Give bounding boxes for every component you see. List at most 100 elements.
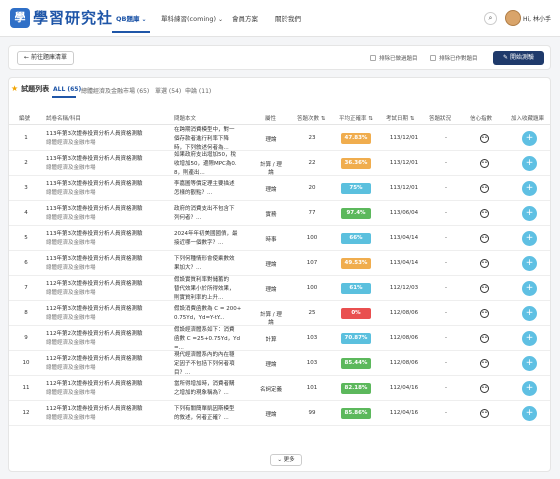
exam-name[interactable]: 113年第3次證券投資分析人員資格測驗 總體經濟及金融市場 bbox=[46, 130, 146, 148]
nav-membership[interactable]: 會員方案 bbox=[232, 13, 258, 23]
col-answer-count[interactable]: 答題次數 ⇅ bbox=[297, 114, 325, 122]
neutral-face-icon[interactable]: •• bbox=[480, 158, 489, 168]
table-row[interactable]: 4 113年第3次證券投資分析人員資格測驗 總體經濟及金融市場 政府的消費支出不包含下… bbox=[9, 201, 550, 226]
question-text[interactable]: 李嘉圖等價定理主要描述 怎樣的觀點？... bbox=[174, 180, 264, 198]
neutral-face-icon[interactable]: •• bbox=[480, 133, 489, 143]
exam-title[interactable]: 113年第3次證券投資分析人員資格測驗 bbox=[46, 205, 146, 214]
add-favorite-button[interactable]: + bbox=[522, 155, 537, 171]
neutral-face-icon[interactable]: •• bbox=[480, 258, 489, 268]
table-row[interactable]: 9 112年第2次證券投資分析人員資格測驗 總體經濟及金融市場 假設經濟體系如下：消費… bbox=[9, 326, 550, 351]
neutral-face-icon[interactable]: •• bbox=[480, 358, 489, 368]
add-favorite-button[interactable]: + bbox=[522, 355, 537, 371]
neutral-face-icon[interactable]: •• bbox=[480, 183, 489, 193]
exam-title[interactable]: 112年第3次證券投資分析人員資格測驗 bbox=[46, 305, 146, 314]
load-more-button[interactable]: ⌄ 更多 bbox=[270, 454, 302, 466]
question-text[interactable]: 假設消費函數為 C = 200+ 0.75Yd，Yd=Y-tY... bbox=[174, 305, 264, 323]
table-row[interactable]: 10 112年第2次證券投資分析人員資格測驗 總體經濟及金融市場 現代經濟體系內的內在… bbox=[9, 351, 550, 376]
exam-name[interactable]: 113年第3次證券投資分析人員資格測驗 總體經濟及金融市場 bbox=[46, 230, 146, 248]
question-text[interactable]: 現代經濟體系內的內在穩 定因子不包括下列何者項 目？... bbox=[174, 351, 264, 378]
exam-name[interactable]: 112年第2次證券投資分析人員資格測驗 總體經濟及金融市場 bbox=[46, 330, 146, 348]
exclude-correct-checkbox[interactable]: 排除已作對題目 bbox=[430, 54, 478, 62]
exam-title[interactable]: 113年第3次證券投資分析人員資格測驗 bbox=[46, 130, 146, 139]
exam-title[interactable]: 112年第2次證券投資分析人員資格測驗 bbox=[46, 355, 146, 364]
exam-title[interactable]: 112年第2次證券投資分析人員資格測驗 bbox=[46, 330, 146, 339]
tab-single-choice[interactable]: 單選 (54) bbox=[155, 86, 181, 95]
back-to-bank-list-button[interactable]: ← 前往題庫清單 bbox=[17, 51, 74, 65]
question-line: 假設經濟體系如下：消費 bbox=[174, 326, 235, 333]
question-text[interactable]: 當所得增加時，消費者購 之增加的現象稱為？... bbox=[174, 380, 264, 398]
nav-qb-bank[interactable]: QB題庫 ⌄ bbox=[116, 13, 147, 23]
add-favorite-button[interactable]: + bbox=[522, 230, 537, 246]
question-line: 現代經濟體系內的內在穩 bbox=[174, 351, 235, 358]
add-favorite-button[interactable]: + bbox=[522, 180, 537, 196]
table-row[interactable]: 12 112年第1次證券投資分析人員資格測驗 總體經濟及金融市場 下列有關簡單凱因斯模… bbox=[9, 401, 550, 426]
question-text[interactable]: 下列何種情形會使乘數效 果加大？... bbox=[174, 255, 264, 273]
table-row[interactable]: 6 113年第3次證券投資分析人員資格測驗 總體經濟及金融市場 下列何種情形會使乘數效… bbox=[9, 251, 550, 276]
add-favorite-button[interactable]: + bbox=[522, 130, 537, 146]
neutral-face-icon[interactable]: •• bbox=[480, 308, 489, 318]
neutral-face-icon[interactable]: •• bbox=[480, 208, 489, 218]
question-text[interactable]: 2024年年初美國國債，最 接近哪一個數字？... bbox=[174, 230, 264, 248]
question-text[interactable]: 在跨期消費模型中，對一 個存款者進行利率下降 時，下列敘述何者為... bbox=[174, 126, 264, 153]
checkbox-box[interactable] bbox=[370, 55, 376, 61]
col-exam-date[interactable]: 考試日期 ⇅ bbox=[386, 114, 414, 122]
add-favorite-button[interactable]: + bbox=[522, 205, 537, 221]
col-exam-name: 試卷名稱/科目 bbox=[46, 116, 81, 122]
nav-about[interactable]: 關於我們 bbox=[275, 13, 301, 23]
exam-title[interactable]: 112年第1次證券投資分析人員資格測驗 bbox=[46, 380, 146, 389]
table-row[interactable]: 3 113年第3次證券投資分析人員資格測驗 總體經濟及金融市場 李嘉圖等價定理主要描述… bbox=[9, 176, 550, 201]
start-test-button[interactable]: ✎ 開始測驗 bbox=[493, 51, 544, 65]
neutral-face-icon[interactable]: •• bbox=[480, 333, 489, 343]
exam-name[interactable]: 113年第3次證券投資分析人員資格測驗 總體經濟及金融市場 bbox=[46, 155, 146, 173]
exam-name[interactable]: 112年第1次證券投資分析人員資格測驗 總體經濟及金融市場 bbox=[46, 380, 146, 398]
question-text[interactable]: 假設經濟體系如下：消費 函數 C =25+0.75Yd，Yd =... bbox=[174, 326, 264, 353]
table-row[interactable]: 5 113年第3次證券投資分析人員資格測驗 總體經濟及金融市場 2024年年初美國國債… bbox=[9, 226, 550, 251]
answer-count: 23 bbox=[308, 134, 316, 141]
col-avg-accuracy[interactable]: 平均正確率 ⇅ bbox=[339, 114, 373, 122]
neutral-face-icon[interactable]: •• bbox=[480, 233, 489, 243]
exam-title[interactable]: 113年第3次證券投資分析人員資格測驗 bbox=[46, 180, 146, 189]
add-favorite-button[interactable]: + bbox=[522, 255, 537, 271]
question-text[interactable]: 政府的消費支出不包含下 列何者？... bbox=[174, 205, 264, 223]
neutral-face-icon[interactable]: •• bbox=[480, 383, 489, 393]
checkbox-box[interactable] bbox=[430, 55, 436, 61]
exam-title[interactable]: 112年第3次證券投資分析人員資格測驗 bbox=[46, 280, 146, 289]
search-icon[interactable]: ⌕ bbox=[484, 12, 497, 25]
exam-name[interactable]: 113年第3次證券投資分析人員資格測驗 總體經濟及金融市場 bbox=[46, 180, 146, 198]
exam-title[interactable]: 113年第3次證券投資分析人員資格測驗 bbox=[46, 255, 146, 264]
exam-title[interactable]: 112年第1次證券投資分析人員資格測驗 bbox=[46, 405, 146, 414]
answer-status: - bbox=[445, 234, 447, 241]
table-row[interactable]: 11 112年第1次證券投資分析人員資格測驗 總體經濟及金融市場 當所得增加時，消費者… bbox=[9, 376, 550, 401]
tab-macro-economics[interactable]: 總體經濟及金融市場 (65) bbox=[81, 86, 149, 95]
table-row[interactable]: 2 113年第3次證券投資分析人員資格測驗 總體經濟及金融市場 如果政府支出增加50，… bbox=[9, 151, 550, 176]
exam-name[interactable]: 113年第3次證券投資分析人員資格測驗 總體經濟及金融市場 bbox=[46, 205, 146, 223]
exam-title[interactable]: 113年第3次證券投資分析人員資格測驗 bbox=[46, 230, 146, 239]
nav-single-subject[interactable]: 單科練習(coming) ⌄ bbox=[161, 13, 223, 23]
tab-all[interactable]: ALL (65) bbox=[53, 86, 81, 93]
exam-name[interactable]: 112年第3次證券投資分析人員資格測驗 總體經濟及金融市場 bbox=[46, 280, 146, 298]
exam-name[interactable]: 112年第3次證券投資分析人員資格測驗 總體經濟及金融市場 bbox=[46, 305, 146, 323]
table-row[interactable]: 1 113年第3次證券投資分析人員資格測驗 總體經濟及金融市場 在跨期消費模型中，對一… bbox=[9, 126, 550, 151]
question-text[interactable]: 如果政府支出增加50，稅 收增加50，邊際MPC為0. 8，則產出... bbox=[174, 151, 264, 178]
add-favorite-button[interactable]: + bbox=[522, 305, 537, 321]
add-favorite-button[interactable]: + bbox=[522, 405, 537, 421]
neutral-face-icon[interactable]: •• bbox=[480, 283, 489, 293]
add-favorite-button[interactable]: + bbox=[522, 280, 537, 296]
brand-logo-icon[interactable]: 學 bbox=[10, 8, 30, 28]
brand-name[interactable]: 學習研究社 bbox=[33, 7, 113, 28]
table-row[interactable]: 7 112年第3次證券投資分析人員資格測驗 總體經濟及金融市場 假設實質利率對儲蓄的替… bbox=[9, 276, 550, 301]
user-greeting[interactable]: Hi, 林小手 bbox=[523, 14, 551, 23]
question-text[interactable]: 下列有關簡單凱因斯模型 的敘述，何者正確？... bbox=[174, 405, 264, 423]
avatar[interactable] bbox=[505, 10, 521, 26]
exam-name[interactable]: 112年第1次證券投資分析人員資格測驗 總體經濟及金融市場 bbox=[46, 405, 146, 423]
neutral-face-icon[interactable]: •• bbox=[480, 408, 489, 418]
table-row[interactable]: 8 112年第3次證券投資分析人員資格測驗 總體經濟及金融市場 假設消費函數為 C =… bbox=[9, 301, 550, 326]
add-favorite-button[interactable]: + bbox=[522, 380, 537, 396]
exam-title[interactable]: 113年第3次證券投資分析人員資格測驗 bbox=[46, 155, 146, 164]
add-favorite-button[interactable]: + bbox=[522, 330, 537, 346]
exam-name[interactable]: 112年第2次證券投資分析人員資格測驗 總體經濟及金融市場 bbox=[46, 355, 146, 373]
tab-essay[interactable]: 申論 (11) bbox=[185, 86, 211, 95]
question-text[interactable]: 假設實質利率對儲蓄的 替代效果小於所得效果， 則實質利率的上升... bbox=[174, 276, 264, 303]
exclude-done-checkbox[interactable]: 排除已做過題目 bbox=[370, 54, 418, 62]
exam-name[interactable]: 113年第3次證券投資分析人員資格測驗 總體經濟及金融市場 bbox=[46, 255, 146, 273]
